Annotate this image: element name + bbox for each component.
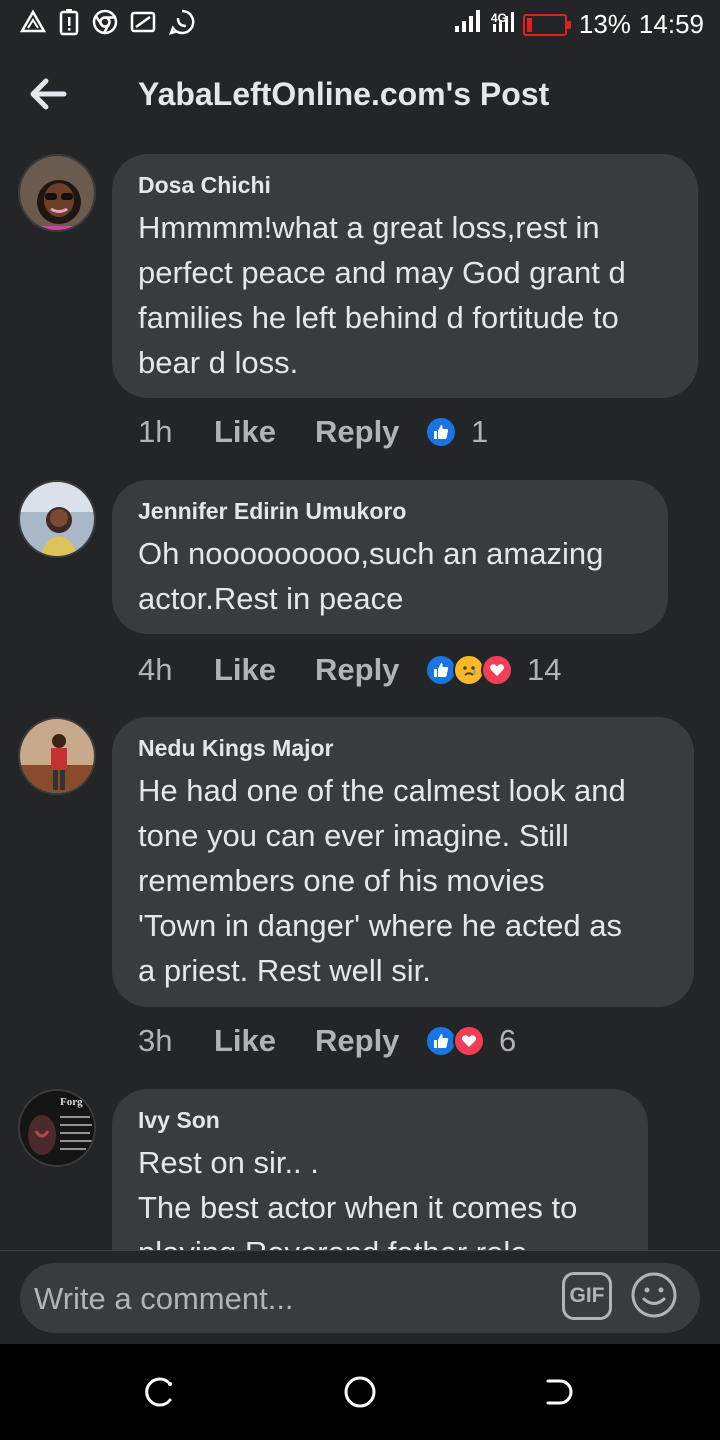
signal-icon	[453, 8, 483, 41]
screen-cast-icon	[130, 9, 156, 35]
like-button[interactable]: Like	[214, 652, 315, 688]
recents-icon	[145, 1377, 172, 1407]
status-bar: 4G 13% 14:59	[0, 0, 720, 48]
arrow-left-icon	[30, 78, 67, 110]
back-button[interactable]	[24, 70, 72, 118]
comment-time[interactable]: 1h	[138, 414, 214, 450]
reply-button[interactable]: Reply	[315, 1023, 425, 1059]
chrome-icon	[92, 9, 118, 35]
back-nav-button[interactable]	[540, 1372, 580, 1412]
recents-button[interactable]	[140, 1372, 180, 1412]
page-title: YabaLeftOnline.com's Post	[138, 76, 550, 112]
whatsapp-icon	[168, 8, 196, 36]
battery-icon	[522, 13, 571, 36]
comment-input[interactable]: Write a comment... GIF	[20, 1263, 700, 1333]
back-nav-icon	[546, 1379, 573, 1405]
system-nav-bar	[0, 1344, 720, 1440]
reaction-summary[interactable]: 14	[425, 652, 561, 688]
warning-icon	[20, 9, 46, 35]
reaction-count: 6	[499, 1023, 517, 1058]
clock: 14:59	[638, 9, 704, 39]
comment-text: He had one of the calmest look and tone …	[138, 773, 626, 988]
reaction-count: 14	[527, 652, 562, 687]
avatar[interactable]	[18, 154, 96, 232]
reaction-summary[interactable]: 6	[425, 1023, 516, 1059]
like-reaction-icon	[425, 416, 457, 448]
like-button[interactable]: Like	[214, 414, 315, 450]
comment-composer: Write a comment... GIF	[0, 1250, 720, 1344]
battery-percent: 13%	[578, 9, 631, 39]
comment-input-placeholder: Write a comment...	[34, 1281, 294, 1316]
comment-bubble[interactable]: Dosa Chichi Hmmmm!what a great loss,rest…	[112, 154, 698, 398]
reaction-summary[interactable]: 1	[425, 414, 488, 450]
signal-2-icon	[489, 8, 515, 41]
avatar-caption: Forg	[60, 1096, 83, 1108]
home-circle-icon	[344, 1376, 376, 1408]
reaction-count: 1	[471, 414, 489, 449]
comment-time[interactable]: 4h	[138, 652, 214, 688]
comment-author[interactable]: Ivy Son	[138, 1107, 622, 1134]
comment-text: Hmmmm!what a great loss,rest in perfect …	[138, 210, 626, 380]
home-button[interactable]	[340, 1372, 380, 1412]
reply-button[interactable]: Reply	[315, 652, 425, 688]
comment-actions: 4h Like Reply 14	[138, 652, 561, 688]
comment-author[interactable]: Nedu Kings Major	[138, 735, 668, 762]
avatar[interactable]: Forg	[18, 1089, 96, 1167]
comment-list[interactable]: Dosa Chichi Hmmmm!what a great loss,rest…	[0, 144, 720, 1250]
comment-author[interactable]: Jennifer Edirin Umukoro	[138, 498, 642, 525]
love-reaction-icon	[481, 654, 513, 686]
comment-actions: 3h Like Reply 6	[138, 1023, 516, 1059]
comment-bubble[interactable]: Jennifer Edirin Umukoro Oh nooooooooo,su…	[112, 480, 668, 634]
system-status: 4G 13% 14:59	[453, 8, 704, 41]
gif-button[interactable]: GIF	[562, 1272, 612, 1320]
comment-time[interactable]: 3h	[138, 1023, 214, 1059]
smiley-icon	[631, 1272, 677, 1318]
comment-actions: 1h Like Reply 1	[138, 414, 488, 450]
avatar[interactable]	[18, 480, 96, 558]
notification-icons	[20, 8, 196, 36]
like-button[interactable]: Like	[214, 1023, 315, 1059]
emoji-button[interactable]	[630, 1271, 678, 1319]
battery-alert-icon	[58, 8, 80, 36]
comment-bubble[interactable]: Ivy Son Rest on sir.. . The best actor w…	[112, 1089, 648, 1250]
comment-bubble[interactable]: Nedu Kings Major He had one of the calme…	[112, 717, 694, 1007]
comment-author[interactable]: Dosa Chichi	[138, 172, 672, 199]
comment-text: Rest on sir.. . The best actor when it c…	[138, 1145, 578, 1250]
avatar[interactable]	[18, 717, 96, 795]
love-reaction-icon	[453, 1025, 485, 1057]
post-header: YabaLeftOnline.com's Post	[0, 48, 720, 144]
comment-text: Oh nooooooooo,such an amazing actor.Rest…	[138, 536, 604, 616]
reply-button[interactable]: Reply	[315, 414, 425, 450]
